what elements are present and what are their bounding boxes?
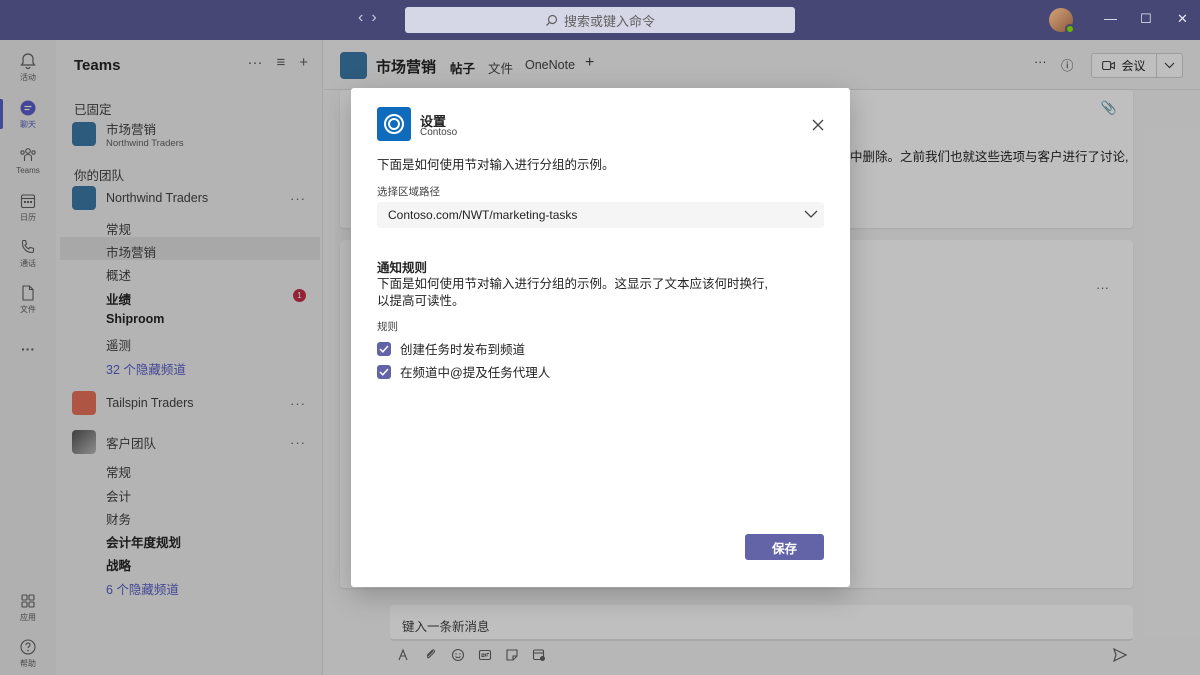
rules-description-line1: 下面是如何使用节对输入进行分组的示例。这显示了文本应该何时换行, bbox=[377, 277, 768, 291]
checkbox-label: 创建任务时发布到频道 bbox=[400, 343, 526, 357]
minimize-icon[interactable]: — bbox=[1104, 11, 1117, 26]
dialog-intro: 下面是如何使用节对输入进行分组的示例。 bbox=[377, 158, 615, 172]
presence-available-icon bbox=[1065, 24, 1075, 34]
dialog-subtitle: Contoso bbox=[420, 127, 458, 138]
contoso-app-icon bbox=[377, 107, 411, 141]
path-label: 选择区域路径 bbox=[377, 186, 440, 198]
rules-description-line2: 以提高可读性。 bbox=[377, 294, 465, 308]
checkbox-checked[interactable] bbox=[377, 341, 391, 356]
user-avatar[interactable] bbox=[1049, 8, 1075, 34]
forward-arrow-icon[interactable]: › bbox=[371, 9, 376, 27]
close-icon[interactable] bbox=[811, 118, 825, 132]
checkbox-row[interactable]: 创建任务时发布到频道 bbox=[377, 339, 525, 358]
checkbox-label: 在频道中@提及任务代理人 bbox=[400, 366, 551, 380]
close-window-icon[interactable]: ✕ bbox=[1177, 11, 1188, 27]
title-bar: ‹ › 搜索或键入命令 — ☐ ✕ bbox=[0, 0, 1200, 40]
checkbox-row[interactable]: 在频道中@提及任务代理人 bbox=[377, 362, 550, 381]
area-path-dropdown[interactable]: Contoso.com/NWT/marketing-tasks bbox=[377, 202, 824, 228]
dropdown-value: Contoso.com/NWT/marketing-tasks bbox=[388, 208, 578, 222]
rules-heading: 通知规则 bbox=[377, 261, 428, 275]
rules-label: 规则 bbox=[377, 321, 398, 333]
search-icon bbox=[546, 14, 558, 26]
save-button[interactable]: 保存 bbox=[745, 534, 824, 560]
checkmark-icon bbox=[379, 344, 389, 353]
checkbox-checked[interactable] bbox=[377, 364, 391, 379]
search-input[interactable]: 搜索或键入命令 bbox=[405, 7, 795, 33]
maximize-icon[interactable]: ☐ bbox=[1140, 11, 1152, 27]
chevron-down-icon bbox=[804, 210, 818, 218]
search-placeholder: 搜索或键入命令 bbox=[563, 13, 655, 29]
checkmark-icon bbox=[379, 367, 389, 376]
nav-arrows: ‹ › bbox=[358, 9, 377, 27]
back-arrow-icon[interactable]: ‹ bbox=[358, 9, 363, 27]
settings-dialog: 设置 Contoso 下面是如何使用节对输入进行分组的示例。 选择区域路径 Co… bbox=[351, 88, 850, 587]
